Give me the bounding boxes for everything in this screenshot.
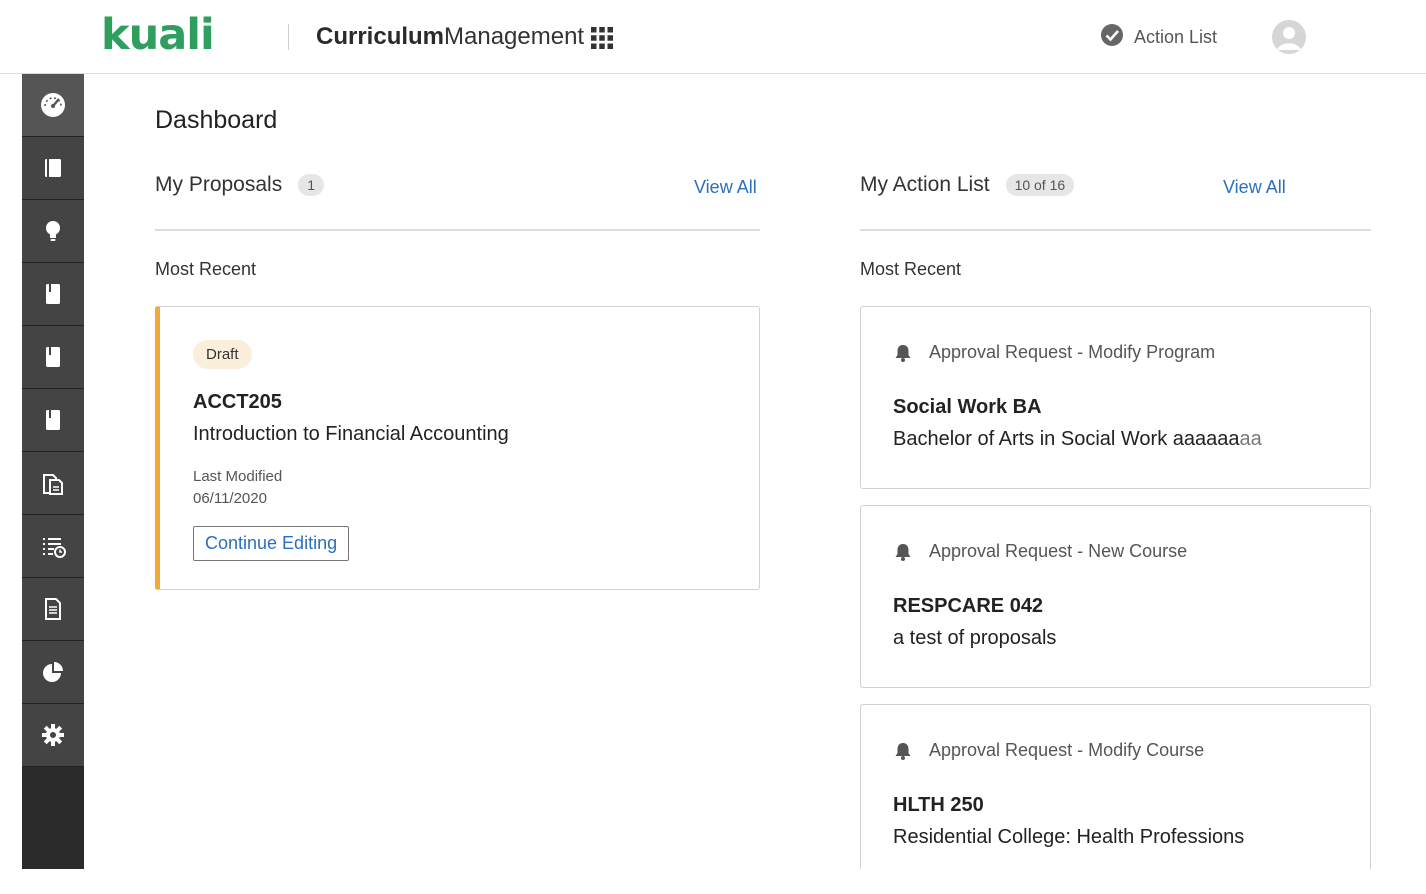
action-item-card[interactable]: Approval Request - New Course RESPCARE 0…: [860, 505, 1371, 688]
action-item-subtitle: a test of proposals: [893, 627, 1057, 649]
action-item-subtitle-text: Bachelor of Arts in Social Work aaaaaa: [893, 428, 1240, 450]
action-item-card[interactable]: Approval Request - Modify Course HLTH 25…: [860, 704, 1371, 869]
bell-icon: [895, 543, 911, 561]
bell-icon: [895, 344, 911, 362]
kuali-logo[interactable]: kuali: [101, 10, 215, 60]
header-divider: [288, 24, 289, 50]
status-badge: Draft: [193, 340, 252, 369]
request-type-label: Approval Request - Modify Program: [929, 342, 1216, 362]
file-icon: [45, 598, 61, 620]
action-item-subtitle: Bachelor of Arts in Social Work aaaaaaaa: [893, 428, 1262, 451]
last-modified-date: 06/11/2020: [193, 490, 267, 507]
sidebar-item-reports[interactable]: [22, 578, 84, 641]
action-list-header-link[interactable]: Action List: [1100, 23, 1218, 52]
gear-icon: [42, 724, 64, 746]
documents-icon: [43, 474, 63, 495]
last-modified-label: Last Modified: [193, 468, 283, 485]
action-item-card[interactable]: Approval Request - Modify Program Social…: [860, 306, 1371, 489]
request-type: Approval Request - New Course: [893, 541, 1187, 562]
check-circle-icon: [1100, 23, 1124, 52]
action-list-divider: [860, 229, 1371, 231]
list-clock-icon: [43, 538, 66, 558]
dashboard-icon: [41, 93, 65, 117]
action-list-header: My Action List 10 of 16: [860, 173, 1075, 197]
sidebar-item-analytics[interactable]: [22, 641, 84, 704]
request-type-label: Approval Request - Modify Course: [929, 740, 1205, 760]
action-list-label: Action List: [1134, 26, 1218, 47]
proposals-heading: My Proposals: [155, 173, 283, 196]
continue-editing-button[interactable]: Continue Editing: [193, 526, 350, 561]
action-list-count-badge: 10 of 16: [1005, 174, 1075, 196]
action-list-view-all-link[interactable]: View All: [1223, 177, 1286, 198]
proposals-count-badge: 1: [298, 174, 325, 196]
top-bar: kuali CurriculumManagement Action List: [0, 0, 1426, 74]
notebook-icon: [46, 284, 60, 304]
proposals-most-recent-label: Most Recent: [155, 259, 257, 279]
sidebar-item-catalog[interactable]: [22, 137, 84, 200]
sidebar-item-programs[interactable]: [22, 326, 84, 389]
proposals-view-all-link[interactable]: View All: [694, 177, 757, 198]
action-item-subtitle-fade: aa: [1239, 428, 1262, 450]
sidebar: [22, 74, 84, 869]
app-title: CurriculumManagement: [316, 22, 584, 52]
action-list-heading: My Action List: [860, 173, 990, 196]
action-item-title: Social Work BA: [893, 396, 1042, 418]
sidebar-item-dashboard[interactable]: [22, 74, 84, 137]
bell-icon: [895, 742, 911, 760]
proposals-divider: [155, 229, 760, 231]
proposals-header: My Proposals 1: [155, 173, 325, 197]
sidebar-item-documents[interactable]: [22, 452, 84, 515]
sidebar-item-specializations[interactable]: [22, 389, 84, 452]
pie-chart-icon: [43, 662, 63, 682]
action-list-most-recent-label: Most Recent: [860, 259, 962, 279]
action-item-subtitle: Residential College: Health Professions: [893, 826, 1245, 848]
sidebar-item-courses[interactable]: [22, 263, 84, 326]
sidebar-item-settings[interactable]: [22, 704, 84, 767]
app-grid-icon[interactable]: [590, 26, 614, 50]
notebook-icon: [46, 410, 60, 430]
notebook-icon: [46, 347, 60, 367]
lightbulb-icon: [46, 221, 60, 241]
request-type: Approval Request - Modify Course: [893, 740, 1204, 761]
app-frame: kuali CurriculumManagement Action List D…: [0, 0, 1426, 869]
book-icon: [45, 159, 61, 177]
action-item-title: RESPCARE 042: [893, 595, 1044, 617]
sidebar-item-scheduled[interactable]: [22, 515, 84, 578]
user-avatar[interactable]: [1272, 20, 1306, 54]
course-name: Introduction to Financial Accounting: [193, 423, 509, 445]
sidebar-item-ideas[interactable]: [22, 200, 84, 263]
course-code: ACCT205: [193, 391, 282, 413]
action-item-title: HLTH 250: [893, 794, 984, 816]
app-title-bold: Curriculum: [316, 23, 445, 50]
request-type: Approval Request - Modify Program: [893, 342, 1215, 363]
app-title-light: Management: [444, 23, 585, 50]
page-title: Dashboard: [155, 106, 278, 134]
request-type-label: Approval Request - New Course: [929, 541, 1188, 561]
proposal-card[interactable]: Draft ACCT205 Introduction to Financial …: [155, 306, 760, 590]
